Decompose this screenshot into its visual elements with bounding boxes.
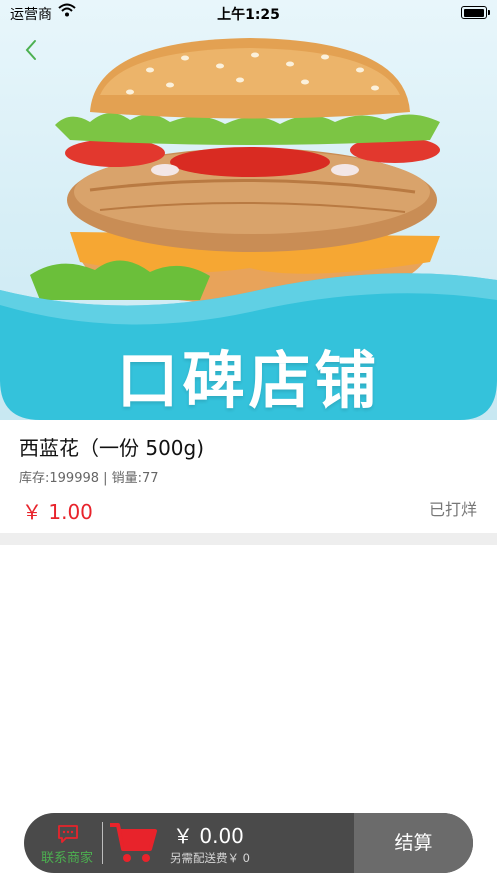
checkout-button[interactable]: 结算: [354, 813, 473, 873]
battery-icon: [461, 6, 490, 19]
status-bar: 运营商 上午1:25: [0, 0, 497, 26]
section-divider: [0, 533, 497, 545]
cart-total: ￥ 0.00: [173, 824, 244, 848]
banner-title: 口碑店铺: [116, 344, 381, 417]
status-time: 上午1:25: [217, 7, 280, 23]
cart-bar-divider: [102, 822, 103, 864]
product-price: ￥ 1.00: [22, 500, 93, 524]
product-info: 西蓝花（一份 500g) 库存:199998 | 销量:77 ￥ 1.00 已打…: [0, 420, 497, 534]
delivery-fee: 另需配送费￥ 0: [170, 851, 250, 865]
chevron-left-icon: [25, 40, 36, 60]
chat-bubble-icon: [58, 825, 78, 843]
product-hero-image: 口碑店铺: [0, 0, 497, 420]
contact-merchant-label: 联系商家: [40, 851, 93, 866]
store-closed-status: 已打烊: [428, 500, 477, 519]
contact-merchant-button[interactable]: 联系商家: [24, 813, 102, 873]
product-stock-sales: 库存:199998 | 销量:77: [19, 471, 159, 486]
back-button[interactable]: [18, 36, 46, 64]
cart-bar: 联系商家 ￥ 0.00 另需配送费￥ 0 结算: [24, 813, 473, 873]
shopping-cart-icon[interactable]: [108, 821, 158, 865]
product-name: 西蓝花（一份 500g): [19, 436, 205, 460]
product-detail-page: 口碑店铺 运营商 上午1:25 西蓝花（一份 500g) 库存:199998 |…: [0, 0, 497, 883]
